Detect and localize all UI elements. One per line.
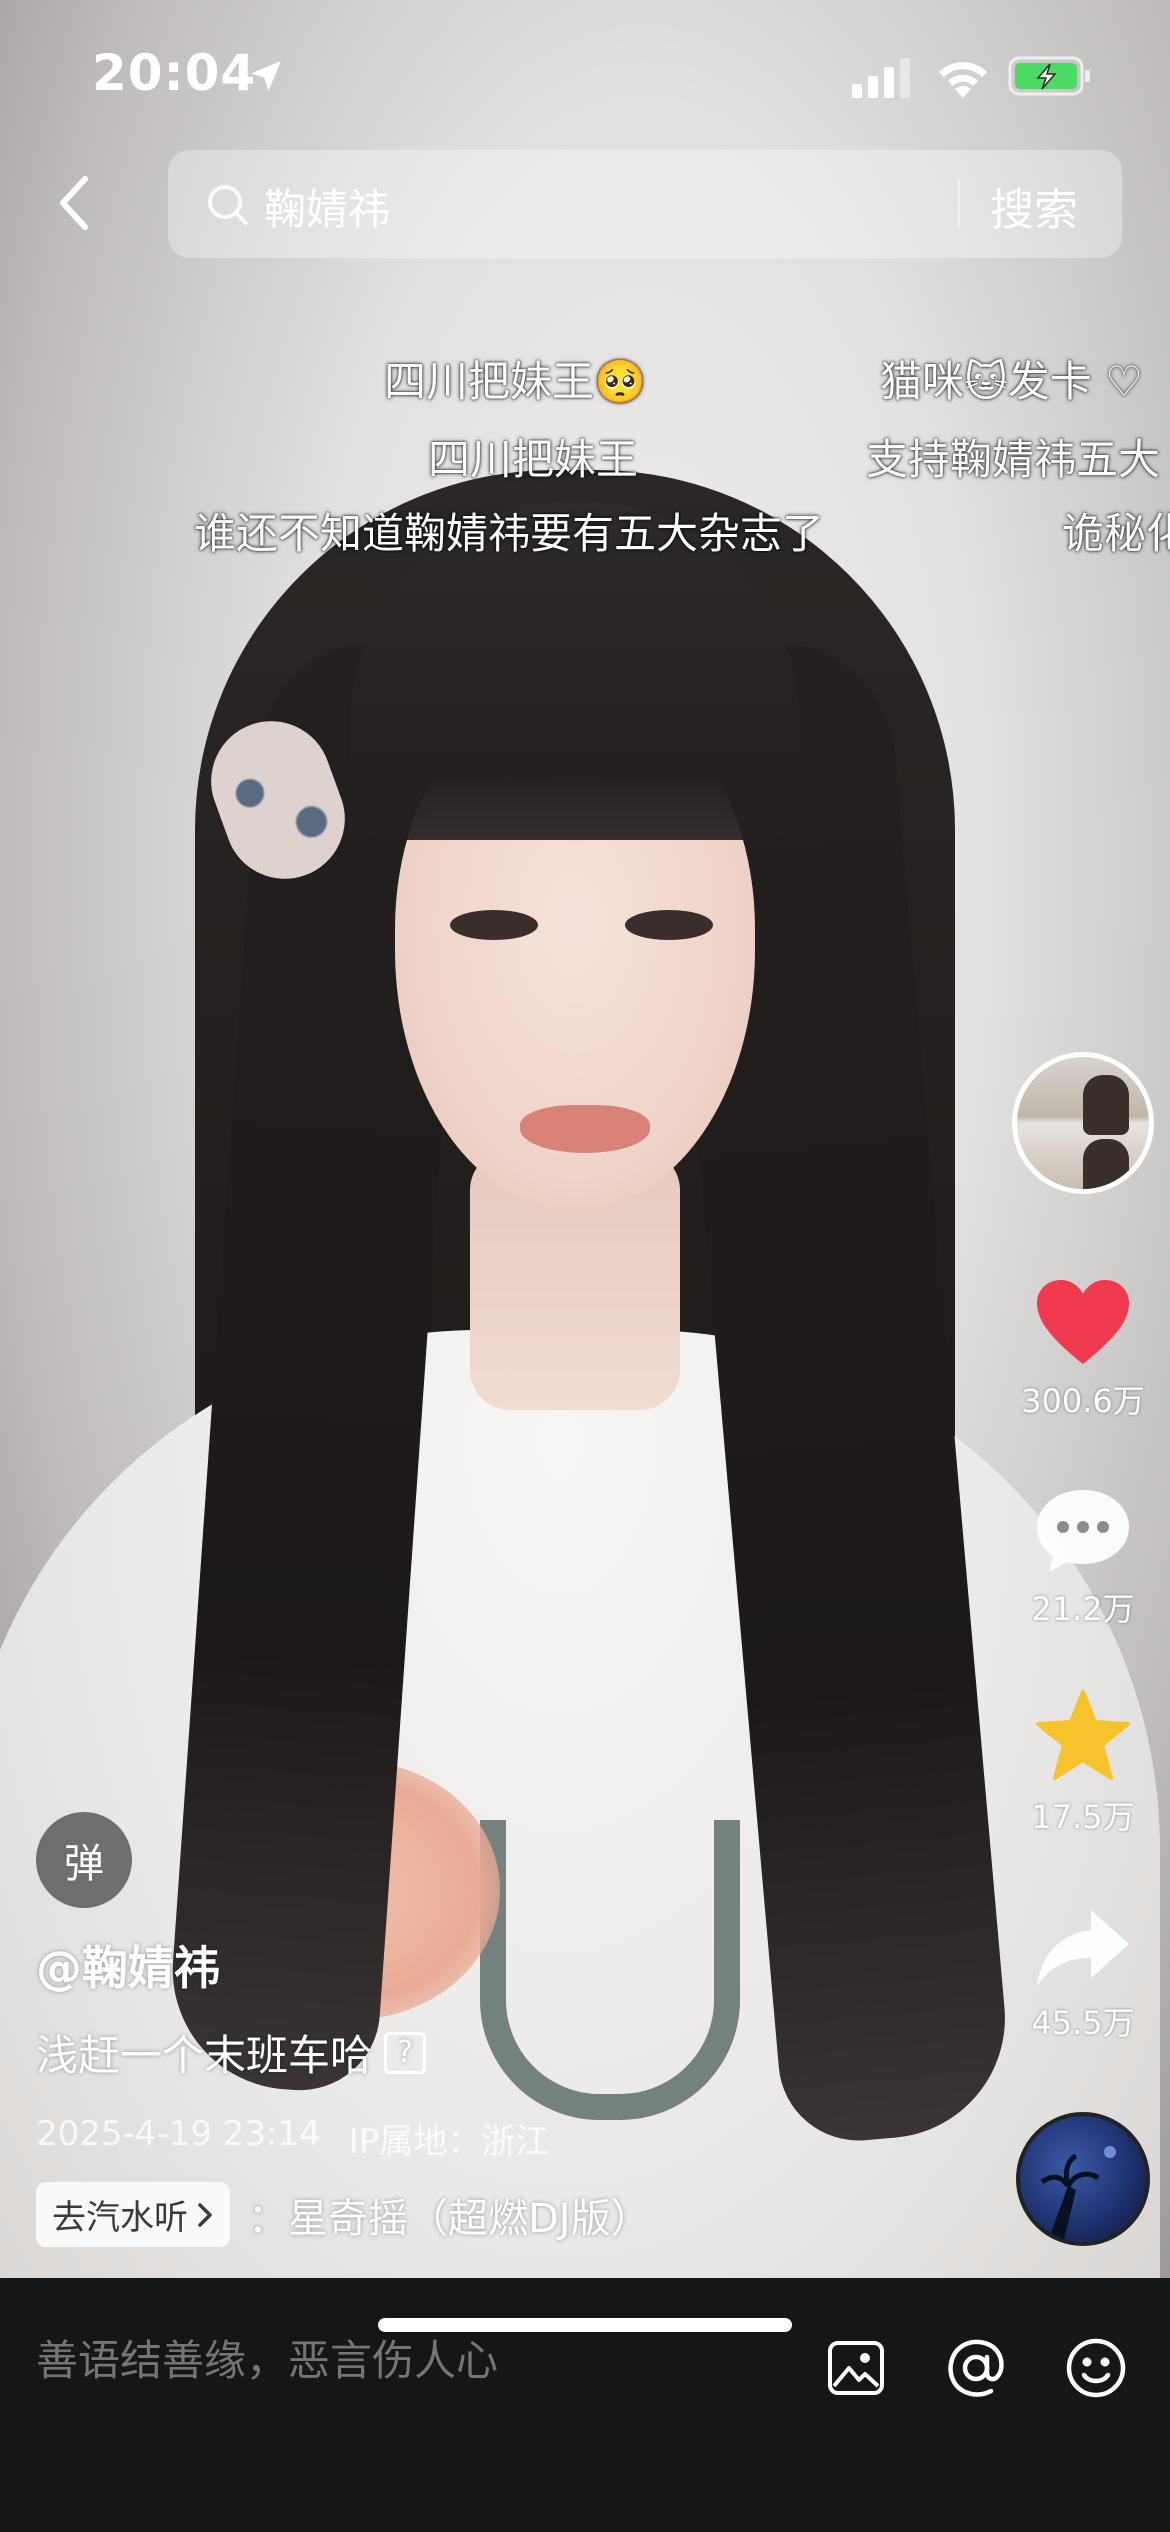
like-button[interactable]: 300.6万 [1018, 1276, 1148, 1422]
search-bar[interactable]: 鞠婧祎 搜索 [168, 150, 1122, 258]
emoji-icon [1066, 2338, 1126, 2398]
avatar-figure [1083, 1075, 1129, 1135]
danmaku-comment: 谁还不知道鞠婧祎要有五大杂志了 [194, 509, 825, 558]
location-arrow-icon [251, 61, 281, 91]
share-button[interactable]: 45.5万 [1018, 1906, 1148, 2044]
post-description-text: 浅赶一个末班车哈 [36, 2031, 373, 2080]
favorite-count: 17.5万 [1031, 1798, 1135, 1836]
emoji-button[interactable] [1064, 2336, 1128, 2400]
status-time: 20:04 [92, 44, 257, 102]
image-picker-button[interactable] [824, 2336, 888, 2400]
mention-button[interactable] [944, 2336, 1008, 2400]
comment-input[interactable] [36, 2336, 796, 2385]
avatar-figure [1083, 1139, 1129, 1189]
search-button[interactable]: 搜索 [990, 174, 1078, 238]
signal-icon [852, 58, 910, 98]
back-chevron-icon [60, 176, 88, 230]
author-avatar[interactable] [1012, 1052, 1154, 1194]
battery-charging-icon [1008, 56, 1090, 96]
home-indicator[interactable] [378, 2318, 792, 2332]
post-description: 浅赶一个末班车哈 ? [36, 2022, 427, 2083]
author-name[interactable]: @鞠婧祎 [36, 1932, 220, 1998]
danmaku-comment: 四川把妹王🥺 [384, 357, 647, 406]
post-meta: 2025-4-19 23:14 IP属地：浙江 [36, 2114, 549, 2163]
video-lips [520, 1105, 650, 1153]
search-divider [958, 180, 960, 228]
image-icon [828, 2341, 884, 2395]
open-music-app-button[interactable]: 去汽水听 [36, 2182, 230, 2247]
music-title[interactable]: ：星奇摇（超燃DJ版） [248, 2186, 651, 2244]
comment-bubble-icon [1037, 1490, 1129, 1572]
star-icon [1036, 1690, 1130, 1780]
video-eye-left [450, 910, 538, 940]
at-icon [948, 2339, 1004, 2397]
danmaku-comment: 猫咪🐱发卡 ♡ [880, 357, 1143, 406]
like-count: 300.6万 [1021, 1382, 1145, 1420]
comment-button[interactable]: 21.2万 [1018, 1484, 1148, 1630]
danmaku-comment: 四川把妹王 [428, 435, 639, 484]
post-date: 2025-4-19 23:14 [36, 2114, 321, 2154]
music-chip-label: 去汽水听 [52, 2198, 188, 2238]
share-count: 45.5万 [1031, 2004, 1135, 2042]
comment-bar [0, 2278, 1170, 2532]
danmaku-toggle-label: 弹 [64, 1841, 104, 1887]
comment-count: 21.2万 [1031, 1590, 1135, 1628]
danmaku-comment: 支持鞠婧祎五大 [866, 435, 1161, 484]
favorite-button[interactable]: 17.5万 [1018, 1688, 1148, 1838]
music-disc[interactable] [1016, 2112, 1150, 2246]
music-row: 去汽水听 ：星奇摇（超燃DJ版） [36, 2182, 651, 2247]
share-arrow-icon [1037, 1910, 1129, 1986]
post-location: IP属地：浙江 [348, 2122, 550, 2162]
back-button[interactable] [40, 168, 110, 238]
danmaku-toggle-button[interactable]: 弹 [36, 1812, 132, 1908]
question-box-icon: ? [384, 2031, 427, 2074]
search-icon [208, 185, 248, 225]
video-eye-right [625, 910, 713, 940]
danmaku-comment: 诡秘化 [1062, 509, 1170, 558]
wifi-icon [939, 62, 987, 98]
heart-icon [1037, 1280, 1129, 1364]
chevron-right-icon [198, 2202, 212, 2227]
search-input[interactable]: 鞠婧祎 [264, 176, 390, 237]
video-shirt-print [480, 1820, 740, 2120]
status-bar: 20:04 [0, 0, 1170, 150]
